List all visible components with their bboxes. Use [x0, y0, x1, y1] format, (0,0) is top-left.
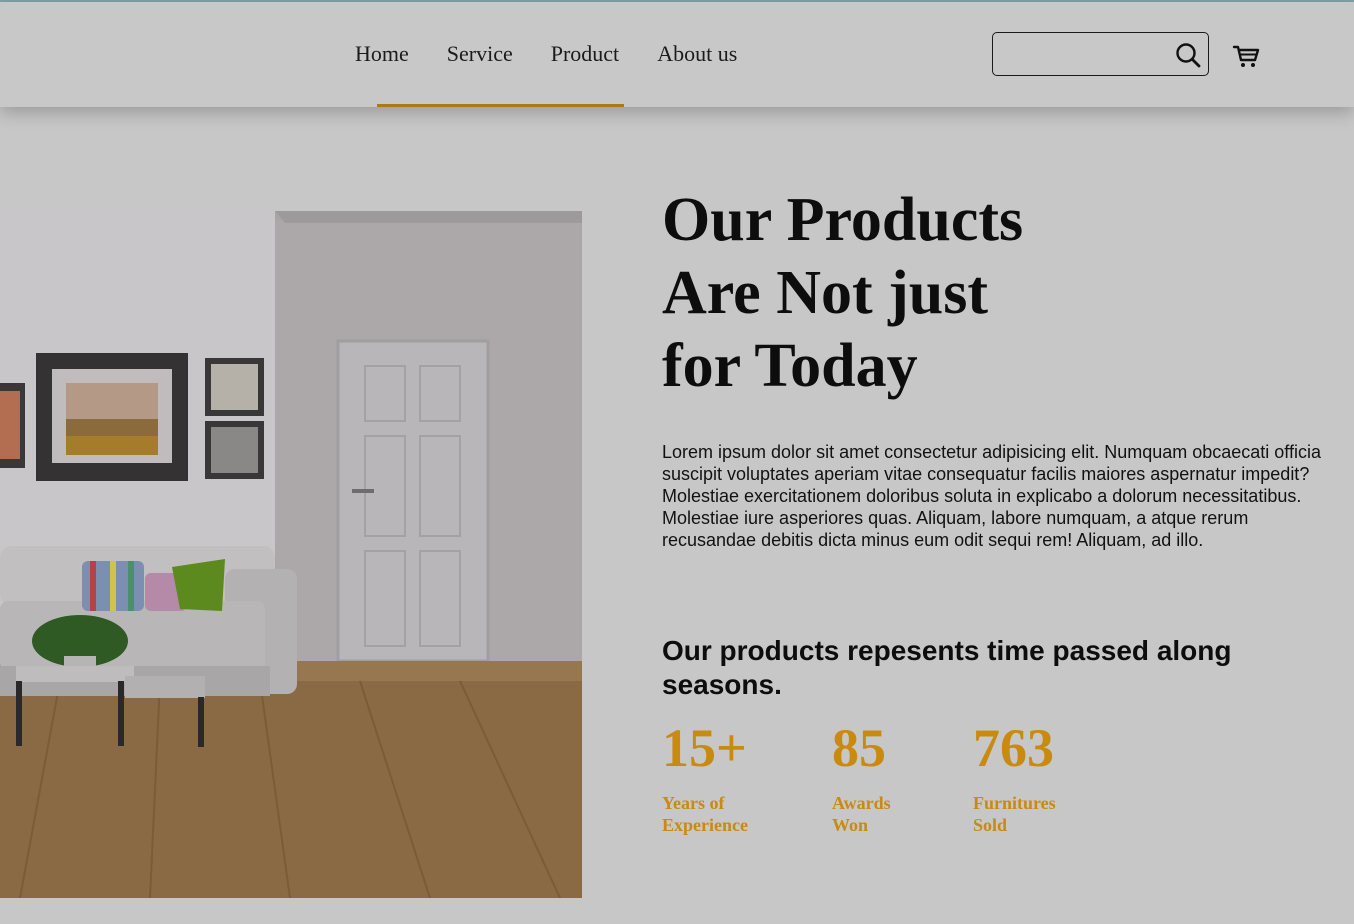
nav-about-us[interactable]: About us: [657, 40, 737, 68]
stat-years: 15+ Years of Experience: [662, 716, 772, 836]
stat-label-line-2: Sold: [973, 815, 1008, 835]
stat-label-line-2: Experience: [662, 815, 748, 835]
hero-description: Lorem ipsum dolor sit amet consectetur a…: [662, 442, 1321, 550]
main-nav: Home Service Product About us: [355, 40, 775, 68]
living-room-image: [0, 211, 582, 898]
hero-subtitle: Our products repesents time passed along…: [662, 635, 1232, 700]
hero-title: Our Products Are Not just for Today: [662, 184, 1222, 403]
stat-number: 85: [832, 718, 886, 778]
nav-home[interactable]: Home: [355, 40, 409, 68]
hero-title-line-2: Are Not just: [662, 259, 989, 327]
site-header: Home Service Product About us: [0, 2, 1354, 107]
stat-label: Furnitures Sold: [973, 792, 1083, 836]
stat-label: Years of Experience: [662, 792, 772, 836]
stat-label-line-1: Years of: [662, 793, 725, 813]
stat-label-line-1: Furnitures: [973, 793, 1056, 813]
nav-product[interactable]: Product: [551, 40, 619, 68]
stat-awards: 85 Awards Won: [832, 716, 942, 836]
search-icon[interactable]: [1175, 42, 1201, 68]
stat-furnitures: 763 Furnitures Sold: [973, 716, 1083, 836]
search-input[interactable]: [1001, 39, 1165, 71]
cart-icon[interactable]: [1232, 42, 1260, 70]
stat-label: Awards Won: [832, 792, 942, 836]
stat-number: 763: [973, 718, 1054, 778]
stat-label-line-2: Won: [832, 815, 869, 835]
nav-service[interactable]: Service: [447, 40, 513, 68]
stat-label-line-1: Awards: [832, 793, 891, 813]
hero-title-line-3: for Today: [662, 332, 918, 400]
active-nav-underline: [377, 104, 624, 107]
hero-title-line-1: Our Products: [662, 186, 1024, 254]
stat-number: 15+: [662, 718, 747, 778]
search-box: [992, 32, 1209, 76]
